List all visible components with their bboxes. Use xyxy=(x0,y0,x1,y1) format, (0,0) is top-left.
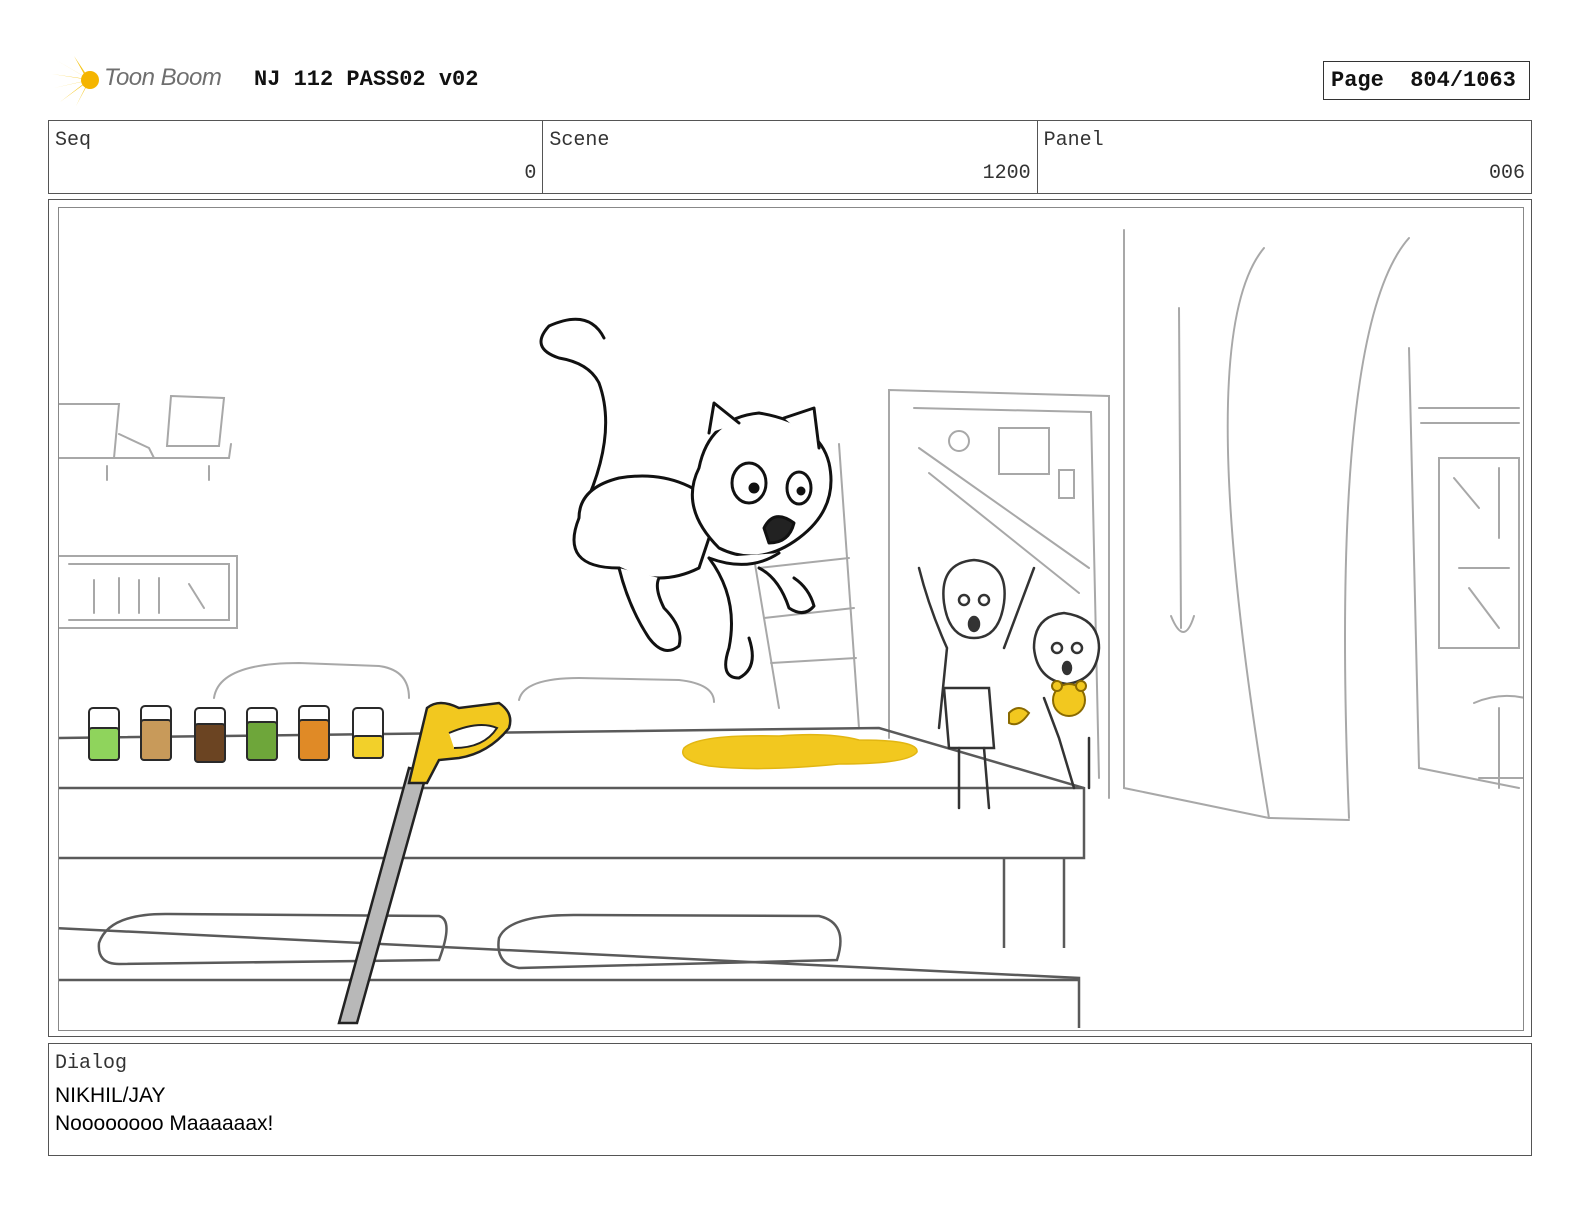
logo-wordmark: Toon Boom xyxy=(104,64,222,91)
info-row: Seq 0 Scene 1200 Panel 006 xyxy=(48,120,1532,194)
seq-label: Seq xyxy=(55,129,92,152)
dialog-box: Dialog NIKHIL/JAY Noooooooo Maaaaaax! xyxy=(48,1043,1532,1156)
scene-label: Scene xyxy=(549,129,610,152)
storyboard-sketch xyxy=(59,229,1523,1028)
document-title: NJ 112 PASS02 v02 xyxy=(254,67,479,92)
dialog-speaker: NIKHIL/JAY xyxy=(55,1084,166,1107)
seq-cell: Seq 0 xyxy=(49,121,544,193)
page-label: Page xyxy=(1331,68,1384,93)
panel-drawing-area xyxy=(58,207,1524,1031)
page-indicator: Page 804/1063 xyxy=(1323,61,1530,100)
scene-value: 1200 xyxy=(982,162,1031,185)
dialog-line: Noooooooo Maaaaaax! xyxy=(55,1112,274,1135)
scene-cell: Scene 1200 xyxy=(543,121,1038,193)
panel-cell: Panel 006 xyxy=(1038,121,1531,193)
page-number: 804/1063 xyxy=(1410,68,1516,93)
panel-label: Panel xyxy=(1043,129,1104,152)
panel-value: 006 xyxy=(1488,162,1525,185)
seq-value: 0 xyxy=(524,162,537,185)
dialog-label: Dialog xyxy=(55,1052,128,1075)
